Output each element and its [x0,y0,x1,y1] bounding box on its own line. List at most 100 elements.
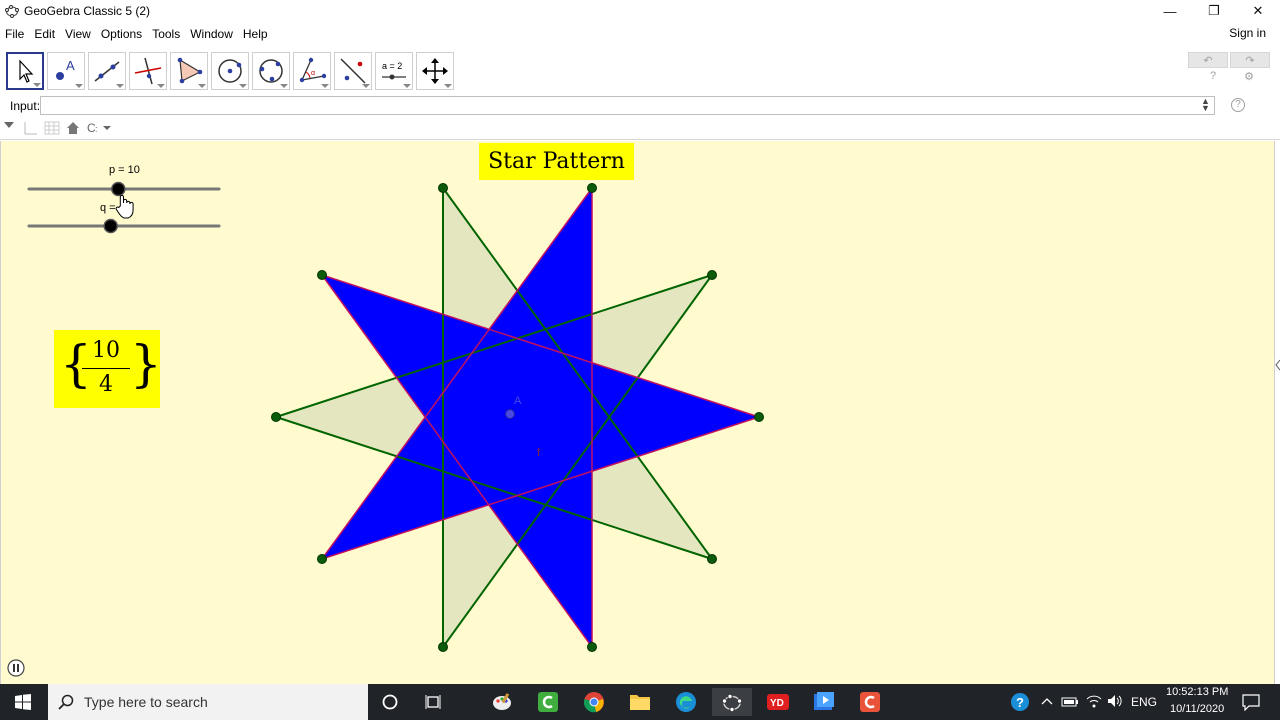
polygon-icon [177,57,203,84]
menu-window[interactable]: Window [185,27,238,41]
window-title: GeoGebra Classic 5 (2) [24,4,151,18]
style-bar-toggle-icon[interactable] [4,122,14,130]
input-label: Input: [10,99,41,113]
star-vertex-point[interactable] [587,183,597,193]
chrome-icon [583,692,604,713]
task-view-cortana-button[interactable] [370,688,410,716]
taskbar-search-box[interactable]: Type here to search [48,684,368,720]
windows-taskbar: Type here to search YD ? ENG 10:52:13 PM… [0,684,1280,720]
reflect-line-icon [340,58,366,84]
star-vertex-point[interactable] [707,270,717,280]
maximize-button[interactable]: ❐ [1192,0,1236,22]
home-icon[interactable] [66,121,80,135]
taskbar-file-explorer-app[interactable] [620,688,660,716]
perpendicular-tool-button[interactable] [129,52,167,90]
menu-view[interactable]: View [60,27,96,41]
slider-p-label: p = 10 [109,164,140,176]
svg-text::: : [95,124,98,134]
polygon-tool-button[interactable] [170,52,208,90]
input-history-arrows-icon[interactable]: ▲ ▼ [1201,97,1210,113]
gear-icon[interactable]: ⚙ [1244,70,1254,83]
help-icon[interactable]: ? [1210,70,1216,83]
battery-icon[interactable] [1061,696,1079,708]
slider-tool-button[interactable]: a = 2 [375,52,413,90]
minimize-button[interactable]: — [1148,0,1192,22]
search-placeholder: Type here to search [84,694,208,710]
task-view-icon [425,695,441,709]
grid-icon[interactable] [44,121,60,135]
windows-logo-icon [15,694,31,710]
point-a-label: A [514,395,522,407]
speaker-icon[interactable] [1107,694,1123,708]
clock-time[interactable]: 10:52:13 PM [1166,686,1228,698]
redo-button[interactable]: ↷ [1230,52,1270,68]
sign-in-link[interactable]: Sign in [1229,26,1266,40]
input-field[interactable] [40,96,1215,115]
star-vertex-point[interactable] [707,554,717,564]
star-vertex-point[interactable] [587,642,597,652]
star-vertex-point[interactable] [271,412,281,422]
point-capturing-icon[interactable]: C: [86,121,114,135]
taskbar-chrome-app[interactable] [574,688,614,716]
graphics-view[interactable]: Star Pattern { 10 4 } p = 10 q = A f [0,141,1274,684]
axes-icon[interactable] [22,121,38,135]
line-icon [94,61,120,82]
chevron-up-icon[interactable] [1041,696,1053,706]
taskbar-paint-app[interactable] [482,688,522,716]
conic-tool-button[interactable] [252,52,290,90]
menu-tools[interactable]: Tools [147,27,185,41]
menu-edit[interactable]: Edit [29,27,60,41]
taskbar-camtasia-app[interactable] [528,688,568,716]
taskbar-youdao-app[interactable]: YD [758,688,798,716]
taskbar-geogebra-app[interactable] [712,688,752,716]
circle-tool-button[interactable] [211,52,249,90]
point-a[interactable] [505,409,515,419]
move-tool-button[interactable] [6,52,44,90]
reflect-tool-button[interactable] [334,52,372,90]
move-graphics-view-tool-button[interactable] [416,52,454,90]
slider-icon: a = 2 [382,61,406,80]
task-view-button[interactable] [414,688,454,716]
cortana-circle-icon [382,694,398,710]
star-vertex-point[interactable] [754,412,764,422]
perpendicular-line-icon [134,57,162,85]
menu-file[interactable]: File [0,27,29,41]
chevron-left-icon[interactable] [1275,359,1280,371]
star-vertex-point[interactable] [317,270,327,280]
close-button[interactable]: ✕ [1236,0,1280,22]
youdao-icon: YD [767,694,789,710]
fraction-bar [82,368,130,369]
notification-icon[interactable] [1242,693,1260,711]
circle-icon [218,59,242,83]
menu-options[interactable]: Options [96,27,147,41]
taskbar-edge-app[interactable] [666,688,706,716]
angle-tool-button[interactable]: α [293,52,331,90]
undo-button[interactable]: ↶ [1188,52,1228,68]
point-tool-button[interactable]: A [47,52,85,90]
slider-p-knob[interactable] [111,181,126,197]
arrow-cursor-icon [19,59,34,83]
clock-date[interactable]: 10/11/2020 [1170,703,1224,715]
slider-q-knob[interactable] [103,218,118,234]
start-button[interactable] [0,684,46,720]
fraction-denominator: 4 [99,372,113,397]
language-indicator[interactable]: ENG [1131,695,1157,709]
animation-pause-icon[interactable] [7,659,25,677]
star-drawing[interactable] [1,141,1275,684]
geogebra-window: GeoGebra Classic 5 (2) — ❐ ✕ File Edit V… [0,0,1280,720]
line-tool-button[interactable] [88,52,126,90]
star-vertex-point[interactable] [438,642,448,652]
taskbar-camtasia-recorder-app[interactable] [850,688,890,716]
star-vertex-point[interactable] [317,554,327,564]
wifi-icon[interactable] [1086,694,1102,708]
input-help-icon[interactable]: ? [1231,98,1245,112]
folder-icon [630,695,650,710]
star-vertex-point[interactable] [438,183,448,193]
help-circle-tray-icon[interactable]: ? [1010,692,1030,712]
taskbar-media-app[interactable] [804,688,844,716]
view-collapse-edge[interactable] [1274,141,1280,684]
edge-browser-icon [676,692,696,712]
conic-icon [259,59,283,83]
menu-help[interactable]: Help [238,27,273,41]
svg-text:A: A [66,58,75,73]
